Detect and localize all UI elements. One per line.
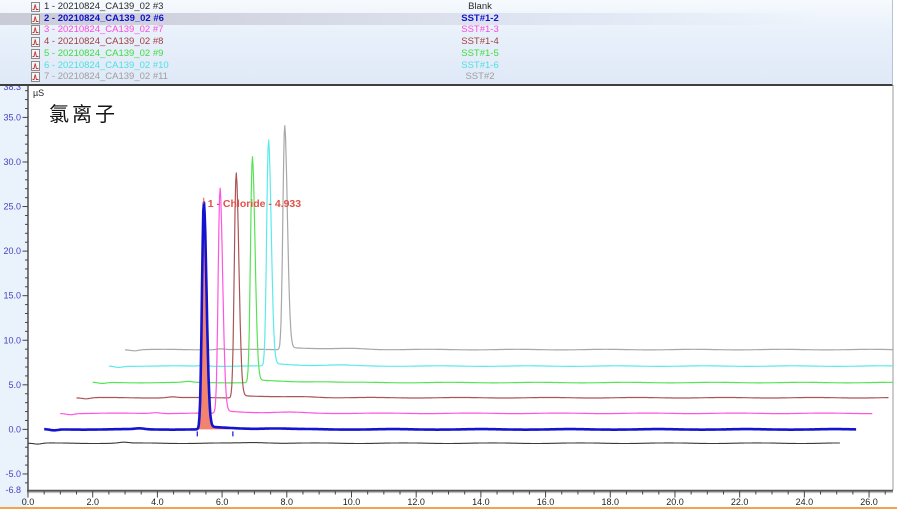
legend-row-injection[interactable]: 7 - 20210824_CA139_02 #11 SST#2 (0, 71, 892, 83)
x-tick-label: 2.0 (86, 497, 99, 507)
y-unit-label: µS (33, 88, 44, 98)
legend-row-injection[interactable]: 1 - 20210824_CA139_02 #3 Blank (0, 1, 892, 13)
legend-row-injection[interactable]: 4 - 20210824_CA139_02 #8 SST#1-4 (0, 36, 892, 48)
sample-name-label: SST#2 (388, 71, 572, 83)
x-tick-label: 12.0 (407, 497, 425, 507)
x-tick-label: 4.0 (151, 497, 164, 507)
sample-name-label: Blank (388, 1, 572, 13)
sample-name-label: SST#1-3 (388, 24, 572, 36)
x-tick-label: 10.0 (343, 497, 361, 507)
injection-name-label: 4 - 20210824_CA139_02 #8 (44, 36, 163, 48)
trace-SST#1-4[interactable] (77, 173, 889, 399)
injection-name-label: 3 - 20210824_CA139_02 #7 (44, 24, 163, 36)
sample-name-label: SST#1-6 (388, 60, 572, 72)
injection-name-label: 6 - 20210824_CA139_02 #10 (44, 60, 169, 72)
x-tick-label: 26.0 (860, 497, 878, 507)
injection-name-label: 7 - 20210824_CA139_02 #11 (44, 71, 168, 83)
trace-Blank[interactable] (28, 442, 840, 444)
x-tick-label: 20.0 (666, 497, 684, 507)
injection-name-label: 2 - 20210824_CA139_02 #6 (44, 13, 164, 25)
x-tick-label: 18.0 (602, 497, 620, 507)
chromatogram-file-icon (31, 14, 40, 24)
x-tick-label: 24.0 (796, 497, 814, 507)
trace-SST#2[interactable] (125, 126, 900, 351)
sample-name-label: SST#1-4 (388, 36, 572, 48)
y-tick-label: 25.0 (3, 202, 21, 212)
y-tick-label: 20.0 (3, 246, 21, 256)
x-tick-label: 14.0 (472, 497, 490, 507)
injection-legend-panel: 1 - 20210824_CA139_02 #3Blank2 - 2021082… (0, 0, 893, 86)
legend-row-injection[interactable]: 6 - 20210824_CA139_02 #10 SST#1-6 (0, 60, 892, 72)
legend-row-injection[interactable]: 2 - 20210824_CA139_02 #6 SST#1-2 (0, 13, 892, 25)
injection-name-label: 5 - 20210824_CA139_02 #9 (44, 48, 163, 60)
chromatogram-file-icon (31, 72, 40, 82)
chromatogram-file-icon (31, 25, 40, 35)
y-tick-label: 35.0 (3, 112, 21, 122)
sample-name-label: SST#1-5 (388, 48, 572, 60)
y-tick-label: 30.0 (3, 157, 21, 167)
x-tick-label: 8.0 (281, 497, 294, 507)
sample-name-label: SST#1-2 (388, 13, 572, 25)
y-tick-label: 15.0 (3, 291, 21, 301)
x-tick-label: 6.0 (216, 497, 229, 507)
trace-SST#1-3[interactable] (60, 188, 872, 415)
y-tick-label: 5.0 (8, 380, 21, 390)
bottom-ruler-line (0, 507, 897, 509)
y-tick-label: 10.0 (3, 335, 21, 345)
x-tick-label: 16.0 (537, 497, 555, 507)
chromatogram-window: 1 - 20210824_CA139_02 #3Blank2 - 2021082… (0, 0, 900, 517)
injection-name-label: 1 - 20210824_CA139_02 #3 (44, 1, 163, 13)
trace-SST#1-6[interactable] (109, 140, 900, 367)
y-tick-label: -5.0 (5, 469, 21, 479)
plot-title: 氯离子 (49, 98, 118, 127)
legend-row-injection[interactable]: 5 - 20210824_CA139_02 #9 SST#1-5 (0, 48, 892, 60)
x-tick-label: 0.0 (22, 497, 35, 507)
chromatogram-file-icon (31, 49, 40, 59)
traces-group (28, 126, 900, 444)
y-min-label: -6.8 (5, 485, 21, 495)
trace-SST#1-2[interactable] (44, 203, 856, 431)
chromatogram-file-icon (31, 37, 40, 47)
x-tick-label: 22.0 (731, 497, 749, 507)
peak-annotation-label: 1 - Chloride - 4.933 (208, 198, 302, 210)
chromatogram-file-icon (31, 61, 40, 71)
y-tick-label: 0.0 (8, 424, 21, 434)
legend-row-injection[interactable]: 3 - 20210824_CA139_02 #7 SST#1-3 (0, 24, 892, 36)
chromatogram-file-icon (31, 2, 40, 12)
